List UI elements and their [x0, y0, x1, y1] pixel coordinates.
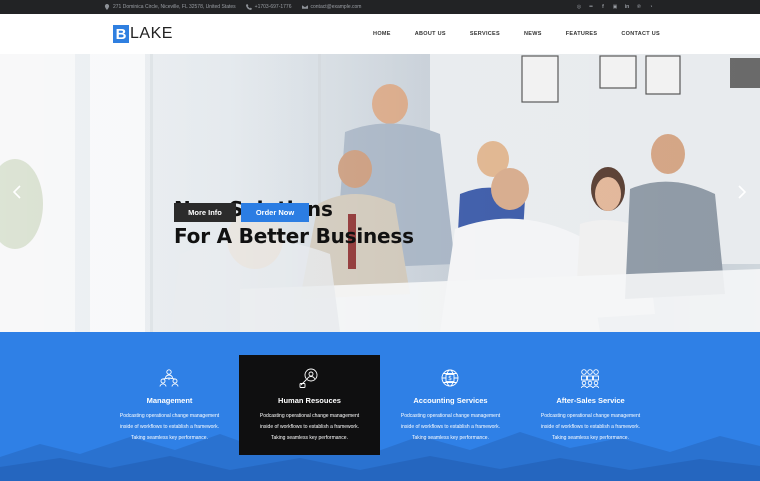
service-desc-line: Podcasting operational change management [259, 413, 360, 419]
service-card-human-resources[interactable]: Human Resouces Podcasting operational ch… [239, 355, 380, 455]
social-links: ◎ •• f ▣ in ℗ ◔ [576, 0, 654, 14]
nav-contact-us[interactable]: CONTACT US [621, 31, 660, 37]
address-text: 271 Dominica Circle, Niceville, FL 32578… [113, 4, 236, 10]
service-desc-line: inside of workflows to establish a frame… [541, 424, 640, 430]
address-item: 271 Dominica Circle, Niceville, FL 32578… [104, 4, 236, 10]
nav-features[interactable]: FEATURES [566, 31, 598, 37]
hero-slider: New Solutions For A Better Business More… [0, 54, 760, 332]
nav-services[interactable]: SERVICES [470, 31, 500, 37]
service-desc-line: Podcasting operational change management [540, 413, 641, 419]
service-desc-line: inside of workflows to establish a frame… [260, 424, 359, 430]
linkedin-icon[interactable]: in [624, 4, 630, 10]
nav-home[interactable]: HOME [373, 31, 391, 37]
chevron-right-icon [738, 185, 746, 199]
services-section: Management Podcasting operational change… [0, 332, 760, 481]
nav-news[interactable]: NEWS [524, 31, 542, 37]
svg-text:$: $ [448, 375, 452, 382]
facebook-icon[interactable]: f [600, 4, 606, 10]
service-desc-line: inside of workflows to establish a frame… [401, 424, 500, 430]
service-desc-line: Taking seamless key performance. [552, 435, 629, 441]
more-info-button[interactable]: More Info [174, 203, 236, 222]
map-pin-icon [104, 4, 110, 10]
service-card-after-sales[interactable]: After-Sales Service Podcasting operation… [520, 355, 661, 455]
phone-text: +1703-697-1776 [254, 4, 292, 10]
email-item[interactable]: contact@example.com [301, 4, 362, 10]
phone-icon [245, 4, 252, 10]
nav-about-us[interactable]: ABOUT US [415, 31, 446, 37]
team-hierarchy-icon [159, 369, 179, 387]
pinterest-icon[interactable]: ℗ [636, 4, 642, 10]
logo-mark: B [113, 25, 129, 43]
phone-item[interactable]: +1703-697-1776 [245, 4, 292, 10]
main-nav: HOME ABOUT US SERVICES NEWS FEATURES CON… [373, 14, 660, 54]
service-card-management[interactable]: Management Podcasting operational change… [99, 355, 240, 455]
logo-text: LAKE [130, 25, 173, 42]
dribbble-icon[interactable]: ◎ [576, 4, 582, 10]
hero-title-line2: For A Better Business [174, 224, 414, 248]
service-desc-line: Podcasting operational change management [400, 413, 501, 419]
service-desc-line: Taking seamless key performance. [131, 435, 208, 441]
contact-info: 271 Dominica Circle, Niceville, FL 32578… [104, 0, 361, 14]
top-bar: 271 Dominica Circle, Niceville, FL 32578… [0, 0, 760, 14]
service-desc-line: Taking seamless key performance. [271, 435, 348, 441]
chevron-left-icon [13, 185, 21, 199]
service-card-accounting[interactable]: $ Accounting Services Podcasting operati… [380, 355, 521, 455]
service-desc-line: Podcasting operational change management [119, 413, 220, 419]
order-now-button[interactable]: Order Now [241, 203, 309, 222]
logo[interactable]: B LAKE [113, 25, 173, 43]
service-title: After-Sales Service [556, 396, 625, 405]
slider-next-button[interactable] [737, 185, 747, 199]
email-text: contact@example.com [310, 4, 362, 10]
service-title: Accounting Services [413, 396, 488, 405]
service-description: Podcasting operational change management… [528, 411, 653, 444]
envelope-icon [301, 5, 308, 9]
slider-prev-button[interactable] [12, 185, 22, 199]
service-description: Podcasting operational change management… [107, 411, 232, 444]
accounting-globe-icon: $ [441, 369, 459, 387]
rss-icon[interactable]: ◔ [648, 4, 654, 10]
person-search-icon [299, 368, 318, 388]
service-desc-line: inside of workflows to establish a frame… [120, 424, 219, 430]
hero-background-photo [0, 54, 760, 332]
foursquare-icon[interactable]: ▣ [612, 4, 618, 10]
flickr-icon[interactable]: •• [588, 4, 594, 10]
site-header: B LAKE HOME ABOUT US SERVICES NEWS FEATU… [0, 14, 760, 54]
service-title: Management [146, 396, 193, 405]
service-desc-line: Taking seamless key performance. [412, 435, 489, 441]
service-title: Human Resouces [278, 396, 341, 405]
service-description: Podcasting operational change management… [388, 411, 513, 444]
customer-service-icon [581, 369, 599, 389]
service-description: Podcasting operational change management… [247, 411, 372, 444]
